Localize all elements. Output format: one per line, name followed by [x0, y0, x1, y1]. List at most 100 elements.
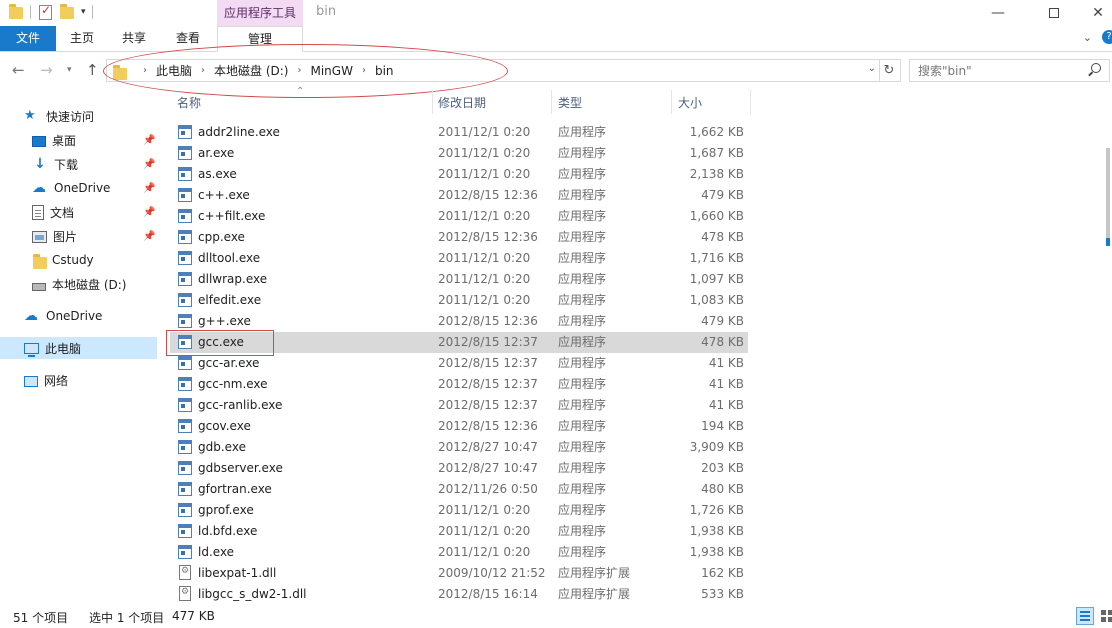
table-row[interactable]: gcov.exe 2012/8/15 12:36 应用程序 194 KB	[170, 416, 748, 437]
tab-home[interactable]: 主页	[56, 26, 108, 51]
file-type: 应用程序扩展	[558, 566, 631, 580]
table-row[interactable]: addr2line.exe 2011/12/1 0:20 应用程序 1,662 KB	[170, 122, 748, 143]
table-row[interactable]: gprof.exe 2011/12/1 0:20 应用程序 1,726 KB	[170, 500, 748, 521]
new-folder-icon[interactable]	[59, 3, 75, 21]
table-row[interactable]: ar.exe 2011/12/1 0:20 应用程序 1,687 KB	[170, 143, 748, 164]
refresh-button[interactable]: ↻	[878, 59, 901, 82]
back-arrow-icon[interactable]: ←	[12, 61, 25, 79]
maximize-button[interactable]	[1031, 0, 1077, 26]
file-size: 203 KB	[701, 461, 744, 475]
breadcrumb-local-disk[interactable]: 本地磁盘 (D:)	[214, 62, 288, 79]
table-row[interactable]: gdbserver.exe 2012/8/27 10:47 应用程序 203 KB	[170, 458, 748, 479]
file-type: 应用程序	[558, 398, 607, 412]
table-row[interactable]: g++.exe 2012/8/15 12:36 应用程序 479 KB	[170, 311, 748, 332]
file-size: 478 KB	[701, 230, 744, 244]
tab-share[interactable]: 共享	[108, 26, 160, 51]
file-size: 1,083 KB	[689, 293, 744, 307]
sidebar-item-this-pc[interactable]: 此电脑	[0, 337, 157, 359]
table-row[interactable]: ld.exe 2011/12/1 0:20 应用程序 1,938 KB	[170, 542, 748, 563]
tab-view[interactable]: 查看	[160, 26, 216, 51]
navigation-bar: ← → ▾ ↑ › 此电脑 › 本地磁盘 (D:) › MinGW › bin …	[0, 53, 1112, 89]
table-row[interactable]: dlltool.exe 2011/12/1 0:20 应用程序 1,716 KB	[170, 248, 748, 269]
recent-locations-chevron-icon[interactable]: ▾	[67, 65, 72, 75]
application-icon	[178, 146, 192, 160]
application-icon	[178, 440, 192, 454]
table-row[interactable]: gfortran.exe 2012/11/26 0:50 应用程序 480 KB	[170, 479, 748, 500]
vertical-scrollbar[interactable]	[1106, 90, 1112, 602]
properties-icon[interactable]	[37, 3, 53, 21]
search-icon[interactable]	[1091, 63, 1101, 73]
table-row[interactable]: gcc-nm.exe 2012/8/15 12:37 应用程序 41 KB	[170, 374, 748, 395]
file-date: 2011/12/1 0:20	[438, 125, 531, 139]
sidebar-item-label: 桌面	[52, 133, 77, 148]
details-view-icon[interactable]	[1076, 607, 1094, 625]
file-size: 1,660 KB	[689, 209, 744, 223]
file-name: as.exe	[198, 167, 237, 181]
address-history-chevron-down-icon[interactable]: ⌄	[868, 63, 876, 74]
address-bar[interactable]: › 此电脑 › 本地磁盘 (D:) › MinGW › bin ⌄	[106, 59, 880, 82]
table-row[interactable]: c++filt.exe 2011/12/1 0:20 应用程序 1,660 KB	[170, 206, 748, 227]
column-divider[interactable]	[671, 90, 672, 114]
table-row[interactable]: libexpat-1.dll 2009/10/12 21:52 应用程序扩展 162 …	[170, 563, 748, 584]
sidebar-item-label: 图片	[53, 229, 78, 244]
large-icons-view-icon[interactable]	[1098, 607, 1112, 625]
breadcrumb-mingw[interactable]: MinGW	[310, 64, 352, 78]
minimize-button[interactable]: —	[975, 0, 1021, 26]
column-divider[interactable]	[432, 90, 433, 114]
table-row[interactable]: gdb.exe 2012/8/27 10:47 应用程序 3,909 KB	[170, 437, 748, 458]
tab-file[interactable]: 文件	[0, 26, 56, 51]
column-header-date[interactable]: 修改日期	[438, 90, 486, 115]
search-placeholder: 搜索"bin"	[918, 64, 972, 78]
star-icon: ★	[24, 108, 36, 123]
sidebar-item-network[interactable]: 网络	[24, 369, 182, 391]
onedrive-icon: ☁	[24, 308, 38, 324]
file-date: 2011/12/1 0:20	[438, 545, 531, 559]
sidebar-item-quick-access[interactable]: ★ 快速访问	[24, 105, 182, 127]
chevron-right-icon[interactable]: ›	[362, 65, 366, 76]
table-row[interactable]: c++.exe 2012/8/15 12:36 应用程序 479 KB	[170, 185, 748, 206]
up-arrow-icon[interactable]: ↑	[86, 61, 99, 79]
folder-icon[interactable]	[8, 3, 24, 21]
breadcrumb-this-pc[interactable]: 此电脑	[156, 62, 192, 79]
file-size: 1,938 KB	[689, 524, 744, 538]
chevron-right-icon[interactable]: ›	[201, 65, 205, 76]
chevron-right-icon[interactable]: ›	[297, 65, 301, 76]
close-button[interactable]: ✕	[1075, 0, 1112, 26]
table-row[interactable]: gcc.exe 2012/8/15 12:37 应用程序 478 KB	[170, 332, 748, 353]
forward-arrow-icon[interactable]: →	[40, 61, 53, 79]
tab-manage[interactable]: 管理	[217, 26, 303, 52]
breadcrumb: › 此电脑 › 本地磁盘 (D:) › MinGW › bin	[134, 62, 394, 79]
file-size: 1,938 KB	[689, 545, 744, 559]
column-header-type[interactable]: 类型	[558, 90, 582, 115]
file-date: 2011/12/1 0:20	[438, 272, 531, 286]
column-divider[interactable]	[551, 90, 552, 114]
file-date: 2012/8/15 12:36	[438, 230, 538, 244]
customize-toolbar-dropdown-icon[interactable]: ▾	[81, 7, 86, 17]
table-row[interactable]: libgcc_s_dw2-1.dll 2012/8/15 16:14 应用程序扩展 5…	[170, 584, 748, 605]
column-divider[interactable]	[750, 90, 751, 114]
file-size: 479 KB	[701, 188, 744, 202]
breadcrumb-bin[interactable]: bin	[375, 64, 394, 78]
sidebar-item-onedrive[interactable]: ☁ OneDrive	[24, 305, 182, 327]
file-size: 533 KB	[701, 587, 744, 601]
table-row[interactable]: dllwrap.exe 2011/12/1 0:20 应用程序 1,097 KB	[170, 269, 748, 290]
file-name: libgcc_s_dw2-1.dll	[198, 587, 307, 601]
table-row[interactable]: cpp.exe 2012/8/15 12:36 应用程序 478 KB	[170, 227, 748, 248]
file-type: 应用程序	[558, 293, 607, 307]
status-bar: 51 个项目 选中 1 个项目 477 KB	[0, 603, 1112, 628]
column-header-name[interactable]: 名称	[177, 90, 201, 115]
expand-ribbon-chevron-icon[interactable]: ⌄	[1083, 31, 1092, 44]
table-row[interactable]: gcc-ar.exe 2012/8/15 12:37 应用程序 41 KB	[170, 353, 748, 374]
file-type: 应用程序	[558, 545, 607, 559]
table-row[interactable]: gcc-ranlib.exe 2012/8/15 12:37 应用程序 41 KB	[170, 395, 748, 416]
scrollbar-thumb[interactable]	[1106, 148, 1110, 243]
file-date: 2012/8/15 12:37	[438, 398, 538, 412]
table-row[interactable]: ld.bfd.exe 2011/12/1 0:20 应用程序 1,938 KB	[170, 521, 748, 542]
table-row[interactable]: as.exe 2011/12/1 0:20 应用程序 2,138 KB	[170, 164, 748, 185]
application-icon	[178, 377, 192, 391]
help-icon[interactable]: ?	[1102, 30, 1112, 44]
column-header-size[interactable]: 大小	[678, 90, 702, 115]
search-input[interactable]: 搜索"bin"	[909, 59, 1110, 82]
table-row[interactable]: elfedit.exe 2011/12/1 0:20 应用程序 1,083 KB	[170, 290, 748, 311]
chevron-right-icon[interactable]: ›	[143, 65, 147, 76]
